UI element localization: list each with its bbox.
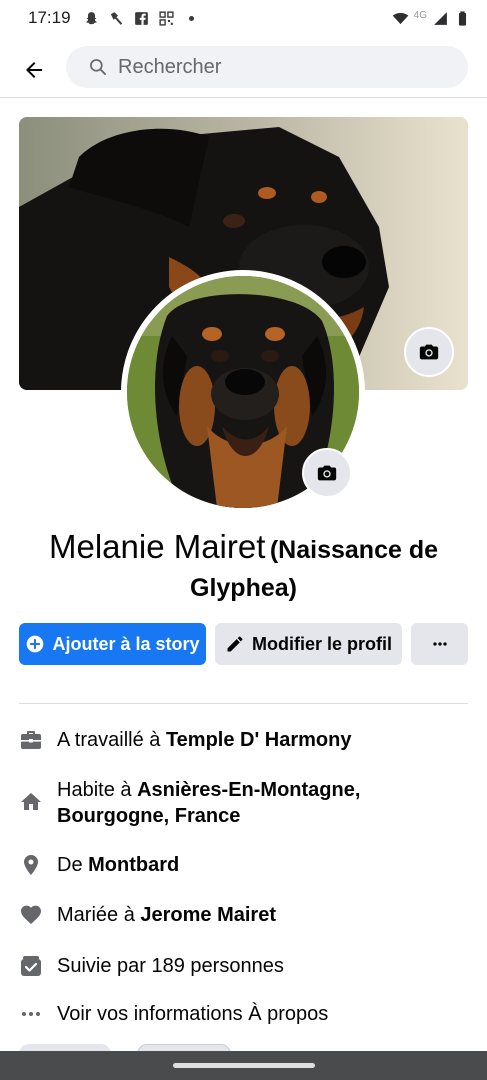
top-app-bar: Rechercher [0,42,487,98]
detail-followers-text: Suivie par 189 personnes [57,955,284,977]
hammer-icon [108,10,125,27]
back-button[interactable] [12,48,56,92]
detail-relationship-prefix: Mariée à [57,904,141,926]
search-placeholder: Rechercher [118,55,222,78]
add-to-story-label: Ajouter à la story [52,633,200,654]
signal-icon [432,10,449,27]
see-about-info-label: Voir vos informations À propos [57,1003,329,1025]
status-time: 17:19 [28,8,71,27]
arrow-left-icon [26,61,42,78]
facebook-icon [133,10,150,27]
detail-work-value: Temple D' Harmony [165,729,352,751]
edit-profile-button[interactable]: Modifier le profil [215,623,402,665]
detail-relationship-value: Jerome Mairet [140,904,276,926]
plus-circle-icon [27,635,44,653]
profile-name: Melanie Mairet (Naissance de Glyphea) [20,530,467,609]
detail-relationship[interactable]: Mariée à Jerome Mairet [19,902,276,928]
detail-lives-in-prefix: Habite à [57,779,138,801]
notification-dot [188,15,194,21]
detail-from[interactable]: De Montbard [19,852,179,878]
briefcase-icon [19,727,43,753]
wifi-icon [392,10,409,27]
section-divider [19,703,468,704]
detail-work-prefix: A travaillé à [57,729,166,751]
heart-icon [19,902,43,928]
home-gesture-handle[interactable] [173,1063,315,1068]
edit-cover-button[interactable] [404,327,454,377]
location-pin-icon [19,852,43,878]
detail-lives-in[interactable]: Habite à Asnières-En-Montagne, Bourgogne… [19,777,459,829]
detail-followers[interactable]: Suivie par 189 personnes [19,953,284,979]
edit-profile-picture-button[interactable] [302,448,352,498]
more-options-button[interactable] [411,623,468,665]
qr-icon [158,10,175,27]
detail-from-value: Montbard [88,854,180,876]
search-input[interactable]: Rechercher [66,46,468,88]
profile-name-main: Melanie Mairet [48,528,266,565]
detail-work[interactable]: A travaillé à Temple D' Harmony [19,727,352,753]
network-label: 4G [413,9,427,21]
snapchat-icon [83,10,100,27]
battery-icon [454,10,471,27]
status-bar: 17:19 4G [0,0,487,36]
profile-actions: Ajouter à la story Modifier le profil [19,623,468,665]
home-icon [19,789,43,815]
detail-from-prefix: De [57,854,89,876]
search-icon [90,59,107,76]
add-to-story-button[interactable]: Ajouter à la story [19,623,206,665]
edit-profile-label: Modifier le profil [251,633,392,654]
more-dots-icon [432,642,447,646]
camera-icon [419,344,439,360]
pencil-icon [227,636,243,652]
followers-icon [19,953,43,979]
more-dots-icon [19,1001,43,1027]
see-about-info-link[interactable]: Voir vos informations À propos [19,1001,328,1027]
camera-icon [317,465,337,481]
